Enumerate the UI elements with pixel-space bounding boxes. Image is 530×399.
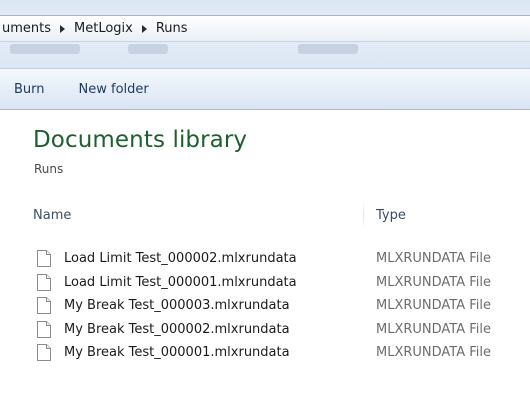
file-name: Load Limit Test_000001.mlxrundata (64, 274, 297, 290)
file-list: Load Limit Test_000002.mlxrundata MLXRUN… (0, 248, 530, 366)
file-name: My Break Test_000002.mlxrundata (64, 321, 290, 337)
document-icon (37, 273, 51, 291)
list-item[interactable]: My Break Test_000002.mlxrundata MLXRUNDA… (0, 319, 530, 343)
file-type: MLXRUNDATA File (376, 251, 492, 266)
file-type: MLXRUNDATA File (376, 345, 492, 360)
chevron-right-icon[interactable] (60, 24, 66, 33)
breadcrumb-documents[interactable]: uments (0, 21, 53, 36)
list-item[interactable]: My Break Test_000003.mlxrundata MLXRUNDA… (0, 295, 530, 319)
column-header-type[interactable]: Type (376, 208, 406, 223)
column-divider[interactable] (363, 200, 364, 230)
ribbon-shadow (128, 44, 168, 54)
document-icon (37, 344, 51, 361)
column-header-row: Name Type (0, 200, 530, 230)
ribbon-shadow (298, 44, 358, 54)
column-header-name[interactable]: Name (33, 208, 71, 223)
document-icon (37, 250, 51, 267)
file-name: Load Limit Test_000002.mlxrundata (64, 251, 297, 266)
file-name: My Break Test_000001.mlxrundata (64, 345, 290, 360)
library-subtitle: Runs (34, 162, 64, 176)
document-icon (37, 320, 51, 338)
new-folder-button[interactable]: New folder (71, 78, 157, 101)
breadcrumb-runs[interactable]: Runs (154, 21, 190, 36)
burn-button[interactable]: Burn (6, 78, 53, 101)
document-icon (37, 297, 51, 314)
list-item[interactable]: Load Limit Test_000002.mlxrundata MLXRUN… (0, 248, 530, 272)
command-toolbar: Burn New folder (0, 68, 530, 110)
ribbon-shadow (10, 44, 80, 54)
library-title: Documents library (33, 127, 248, 153)
list-item[interactable]: My Break Test_000001.mlxrundata MLXRUNDA… (0, 342, 530, 366)
file-name: My Break Test_000003.mlxrundata (64, 298, 290, 313)
chevron-right-icon[interactable] (141, 24, 147, 33)
file-type: MLXRUNDATA File (376, 321, 492, 337)
address-bar[interactable]: uments MetLogix Runs (0, 15, 530, 42)
breadcrumb-metlogix[interactable]: MetLogix (72, 21, 135, 36)
list-item[interactable]: Load Limit Test_000001.mlxrundata MLXRUN… (0, 272, 530, 296)
file-type: MLXRUNDATA File (376, 274, 492, 290)
file-type: MLXRUNDATA File (376, 298, 492, 313)
